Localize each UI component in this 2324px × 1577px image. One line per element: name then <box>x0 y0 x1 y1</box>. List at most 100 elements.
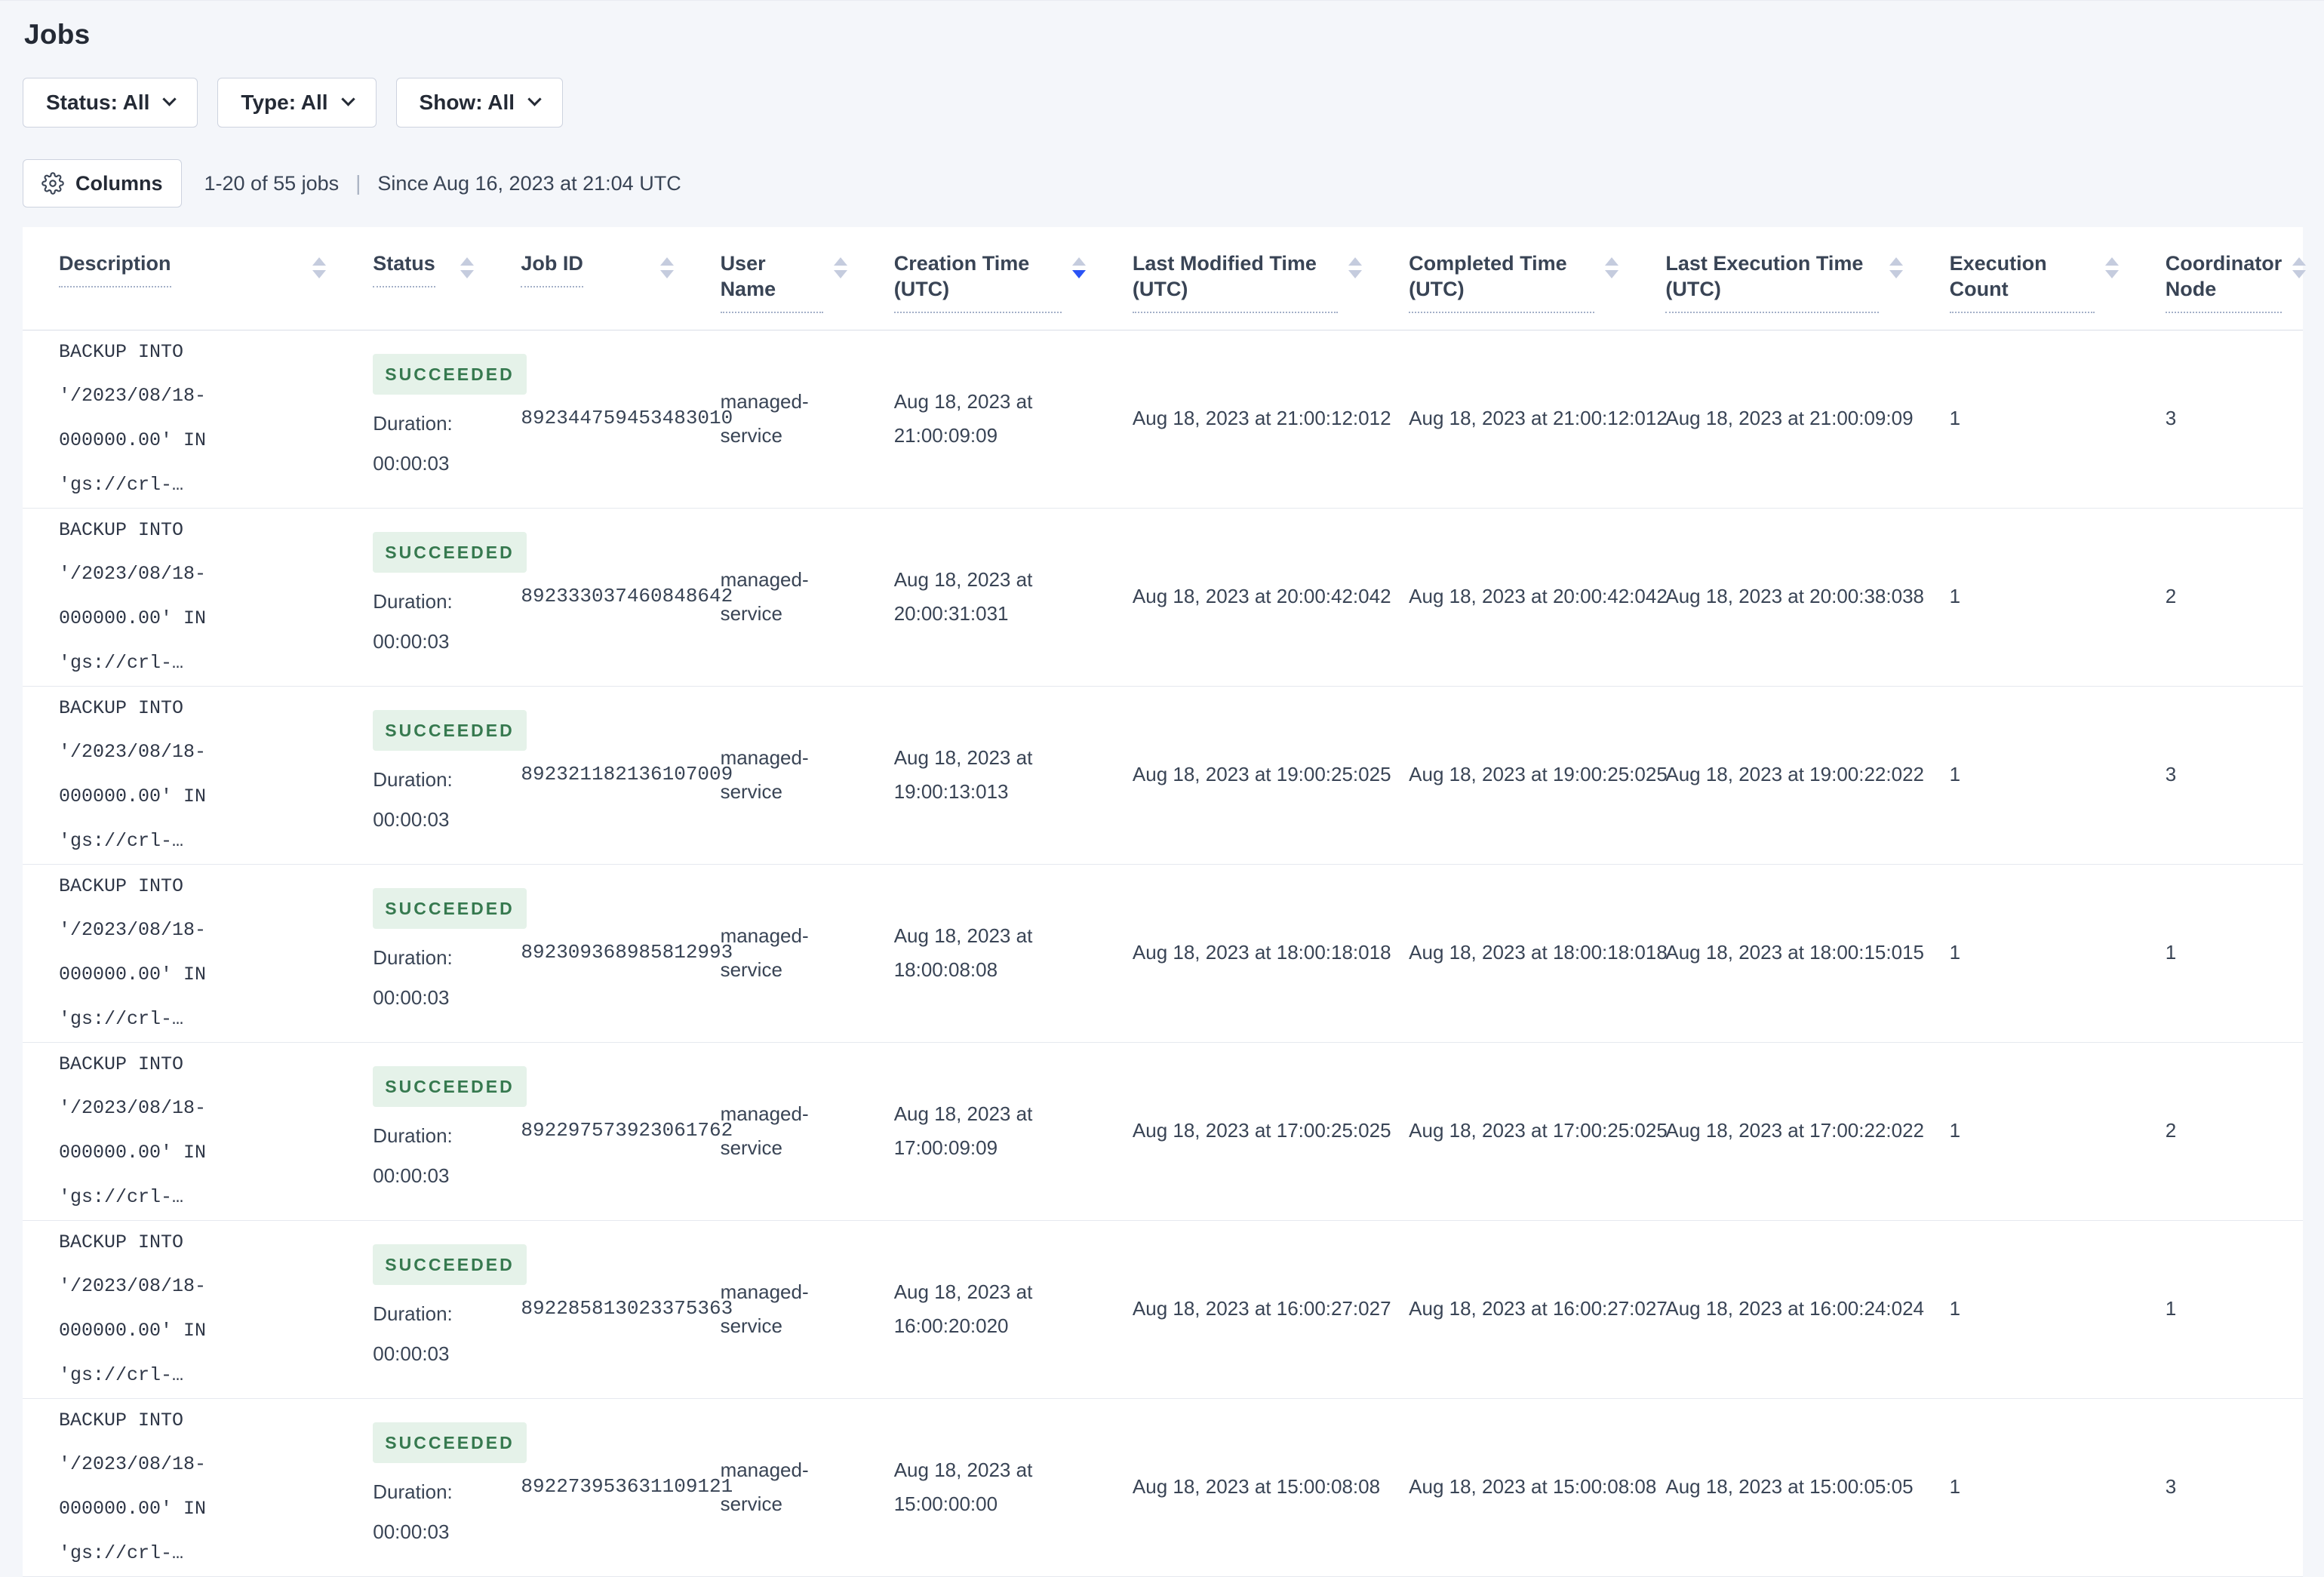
creation-time-cell: Aug 18, 2023 at 19:00:13:013 <box>893 745 1033 804</box>
sort-arrows-icon <box>2292 257 2307 278</box>
job-duration-value: 00:00:03 <box>373 808 450 832</box>
job-description-link[interactable]: BACKUP INTO '/2023/08/18- 000000.00' IN … <box>59 875 206 1030</box>
toolbar-divider: | <box>355 171 361 195</box>
job-duration-label: Duration: <box>373 1480 453 1503</box>
job-duration-value: 00:00:03 <box>373 630 450 653</box>
coordinator-node-cell: 3 <box>2165 763 2177 786</box>
type-filter-dropdown[interactable]: Type: All <box>217 78 377 128</box>
status-cell: SUCCEEDED Duration: 00:00:03 <box>337 330 527 508</box>
completed-time-cell: Aug 18, 2023 at 20:00:42:042 <box>1409 585 1668 608</box>
table-header-row: Description Status Job ID User Name Crea… <box>23 227 2307 330</box>
status-badge: SUCCEEDED <box>373 1065 527 1107</box>
execution-count-cell: 1 <box>1949 1297 1961 1320</box>
status-cell: SUCCEEDED Duration: 00:00:03 <box>337 508 527 686</box>
last-modified-time-cell: Aug 18, 2023 at 21:00:12:012 <box>1132 407 1391 430</box>
status-cell: SUCCEEDED Duration: 00:00:03 <box>337 1220 527 1398</box>
status-cell: SUCCEEDED Duration: 00:00:03 <box>337 1042 527 1220</box>
creation-time-cell: Aug 18, 2023 at 20:00:31:031 <box>893 567 1033 626</box>
column-header-user-name[interactable]: User Name <box>684 227 858 330</box>
job-description-link[interactable]: BACKUP INTO '/2023/08/18- 000000.00' IN … <box>59 1231 206 1386</box>
execution-count-cell: 1 <box>1949 1119 1961 1142</box>
sort-arrows-icon <box>1889 257 1903 278</box>
job-duration-label: Duration: <box>373 1124 453 1147</box>
status-badge: SUCCEEDED <box>373 1243 527 1285</box>
sort-arrows-icon <box>833 257 847 278</box>
column-header-last-modified-time[interactable]: Last Modified Time (UTC) <box>1096 227 1373 330</box>
status-cell: SUCCEEDED Duration: 00:00:03 <box>337 864 527 1042</box>
last-modified-time-cell: Aug 18, 2023 at 15:00:08:08 <box>1132 1475 1381 1499</box>
coordinator-node-cell: 1 <box>2165 941 2177 964</box>
coordinator-node-cell: 3 <box>2165 1475 2177 1499</box>
last-modified-time-cell: Aug 18, 2023 at 18:00:18:018 <box>1132 941 1391 964</box>
job-duration-label: Duration: <box>373 589 453 613</box>
status-badge: SUCCEEDED <box>373 1422 527 1463</box>
table-row: BACKUP INTO '/2023/08/18- 000000.00' IN … <box>23 686 2303 864</box>
show-filter-dropdown[interactable]: Show: All <box>395 78 564 128</box>
column-header-last-execution-time[interactable]: Last Execution Time (UTC) <box>1629 227 1913 330</box>
table-row: BACKUP INTO '/2023/08/18- 000000.00' IN … <box>23 1042 2303 1220</box>
description-cell: BACKUP INTO '/2023/08/18- 000000.00' IN … <box>23 686 337 864</box>
type-filter-label: Type: All <box>241 91 328 114</box>
column-header-coordinator-node[interactable]: Coordinator Node <box>2129 227 2307 330</box>
sort-arrows-icon <box>460 257 475 278</box>
table-row: BACKUP INTO '/2023/08/18- 000000.00' IN … <box>23 508 2303 686</box>
table-toolbar: Columns 1-20 of 55 jobs | Since Aug 16, … <box>23 159 2303 208</box>
creation-time-cell: Aug 18, 2023 at 17:00:09:09 <box>893 1102 1033 1160</box>
status-filter-label: Status: All <box>46 91 150 114</box>
coordinator-node-cell: 1 <box>2165 1297 2177 1320</box>
creation-time-cell: Aug 18, 2023 at 21:00:09:09 <box>893 389 1033 447</box>
column-header-execution-count[interactable]: Execution Count <box>1914 227 2129 330</box>
sort-arrows-icon-active-desc <box>1071 257 1086 278</box>
status-cell: SUCCEEDED Duration: 00:00:03 <box>337 1398 527 1576</box>
table-row: BACKUP INTO '/2023/08/18- 000000.00' IN … <box>23 864 2303 1042</box>
completed-time-cell: Aug 18, 2023 at 18:00:18:018 <box>1409 941 1668 964</box>
table-row: BACKUP INTO '/2023/08/18- 000000.00' IN … <box>23 1398 2303 1576</box>
creation-time-cell: Aug 18, 2023 at 18:00:08:08 <box>893 924 1033 982</box>
completed-time-cell: Aug 18, 2023 at 21:00:12:012 <box>1409 407 1668 430</box>
column-header-status[interactable]: Status <box>337 227 484 330</box>
job-description-link[interactable]: BACKUP INTO '/2023/08/18- 000000.00' IN … <box>59 1053 206 1208</box>
sort-arrows-icon <box>1348 257 1363 278</box>
coordinator-node-cell: 3 <box>2165 407 2177 430</box>
show-filter-label: Show: All <box>419 91 515 114</box>
job-duration-value: 00:00:03 <box>373 1164 450 1188</box>
job-duration-label: Duration: <box>373 1302 453 1325</box>
last-modified-time-cell: Aug 18, 2023 at 16:00:27:027 <box>1132 1297 1391 1320</box>
status-badge: SUCCEEDED <box>373 709 527 751</box>
job-duration-value: 00:00:03 <box>373 452 450 475</box>
filter-bar: Status: All Type: All Show: All <box>23 78 2303 128</box>
columns-button[interactable]: Columns <box>23 159 182 208</box>
creation-time-cell: Aug 18, 2023 at 16:00:20:020 <box>893 1280 1033 1338</box>
last-execution-time-cell: Aug 18, 2023 at 19:00:22:022 <box>1665 763 1924 786</box>
gear-icon <box>42 172 64 195</box>
chevron-down-icon <box>340 92 355 106</box>
description-cell: BACKUP INTO '/2023/08/18- 000000.00' IN … <box>23 1042 337 1220</box>
job-description-link[interactable]: BACKUP INTO '/2023/08/18- 000000.00' IN … <box>59 519 206 674</box>
column-header-description[interactable]: Description <box>23 227 337 330</box>
chevron-down-icon <box>527 92 542 106</box>
execution-count-cell: 1 <box>1949 941 1961 964</box>
description-cell: BACKUP INTO '/2023/08/18- 000000.00' IN … <box>23 1220 337 1398</box>
jobs-page: Jobs Status: All Type: All Show: All Col… <box>0 19 2324 1577</box>
column-header-completed-time[interactable]: Completed Time (UTC) <box>1373 227 1629 330</box>
status-badge: SUCCEEDED <box>373 353 527 395</box>
column-header-job-id[interactable]: Job ID <box>484 227 684 330</box>
status-filter-dropdown[interactable]: Status: All <box>23 78 198 128</box>
job-duration-label: Duration: <box>373 411 453 435</box>
job-description-link[interactable]: BACKUP INTO '/2023/08/18- 000000.00' IN … <box>59 697 206 852</box>
coordinator-node-cell: 2 <box>2165 1119 2177 1142</box>
job-duration-label: Duration: <box>373 767 453 791</box>
page-title: Jobs <box>24 19 91 50</box>
last-modified-time-cell: Aug 18, 2023 at 17:00:25:025 <box>1132 1119 1391 1142</box>
column-header-creation-time[interactable]: Creation Time (UTC) <box>858 227 1096 330</box>
completed-time-cell: Aug 18, 2023 at 17:00:25:025 <box>1409 1119 1668 1142</box>
completed-time-cell: Aug 18, 2023 at 16:00:27:027 <box>1409 1297 1668 1320</box>
last-execution-time-cell: Aug 18, 2023 at 18:00:15:015 <box>1665 941 1924 964</box>
last-execution-time-cell: Aug 18, 2023 at 17:00:22:022 <box>1665 1119 1924 1142</box>
description-cell: BACKUP INTO '/2023/08/18- 000000.00' IN … <box>23 330 337 508</box>
job-duration-label: Duration: <box>373 945 453 969</box>
job-description-link[interactable]: BACKUP INTO '/2023/08/18- 000000.00' IN … <box>59 1409 206 1564</box>
sort-arrows-icon <box>659 257 674 278</box>
last-modified-time-cell: Aug 18, 2023 at 19:00:25:025 <box>1132 763 1391 786</box>
job-description-link[interactable]: BACKUP INTO '/2023/08/18- 000000.00' IN … <box>59 341 206 496</box>
